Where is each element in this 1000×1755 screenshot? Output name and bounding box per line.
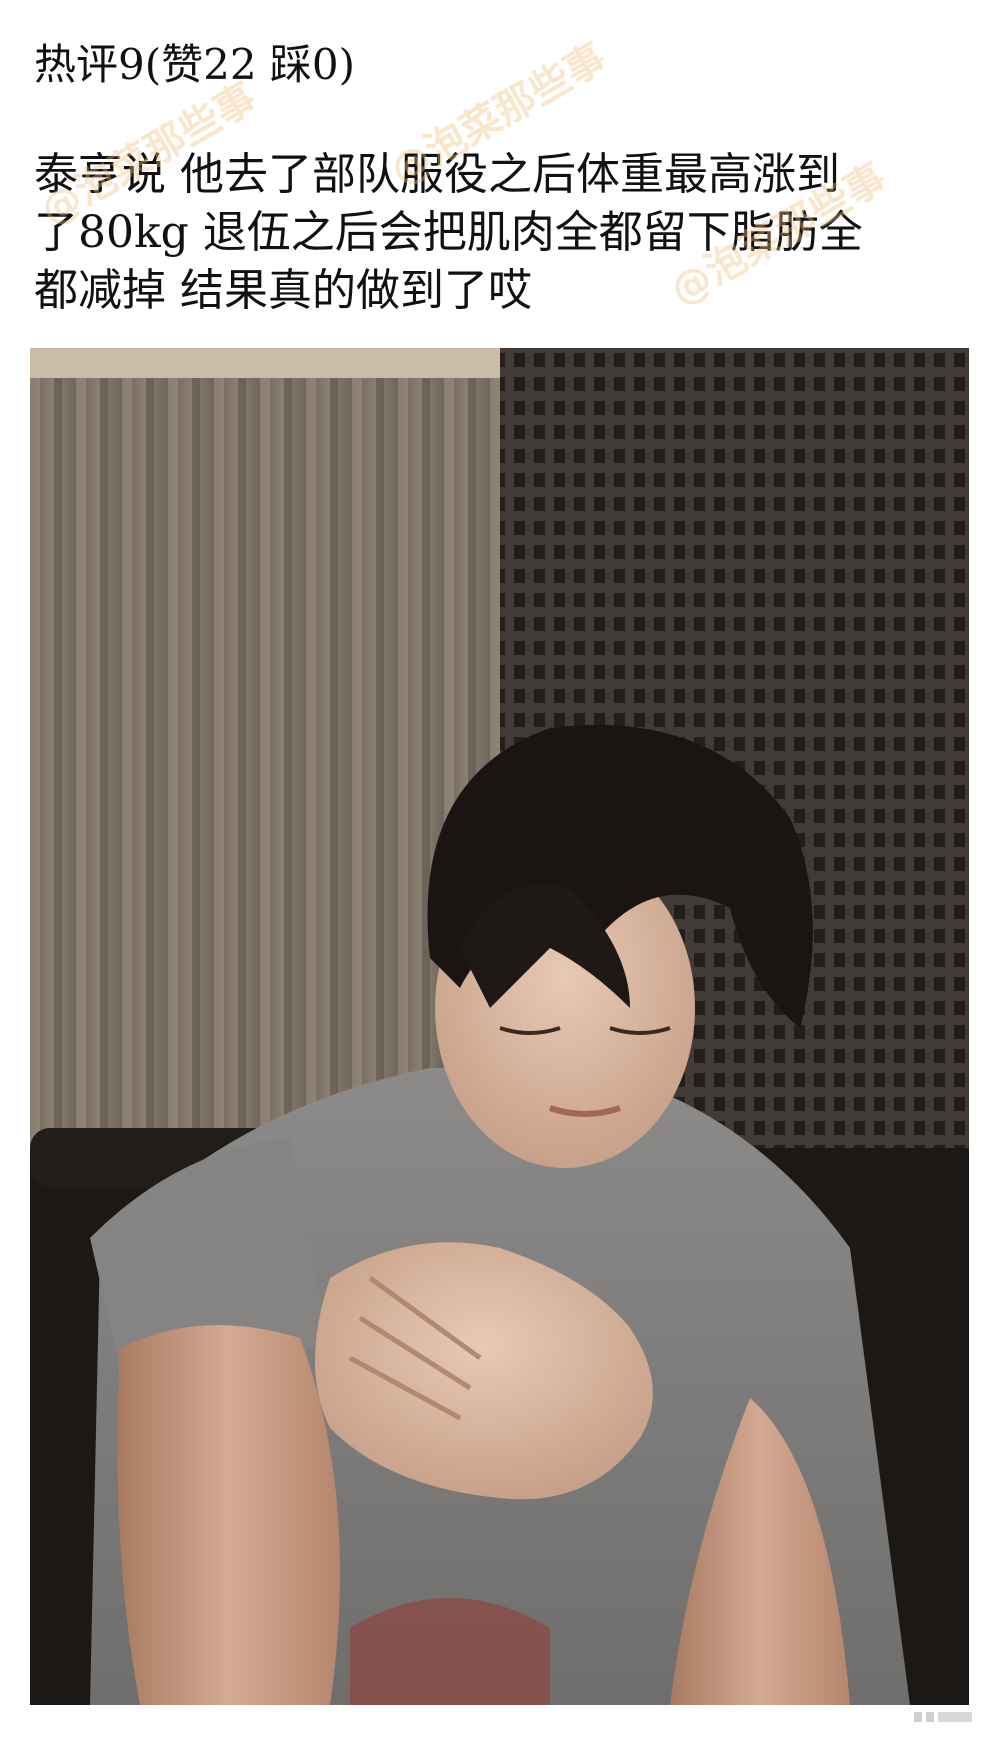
comment-line-2: 了80kg 退伍之后会把肌肉全都留下脂肪全 bbox=[34, 207, 863, 258]
footer-watermark bbox=[914, 1708, 974, 1729]
comment-line-1: 泰亨说 他去了部队服役之后体重最高涨到 bbox=[34, 149, 840, 200]
photo-illustration bbox=[30, 348, 969, 1705]
footer-watermark-mark bbox=[914, 1712, 972, 1722]
comment-header: 热评9(赞22 踩0) bbox=[34, 40, 356, 89]
photo bbox=[30, 348, 969, 1705]
comment-body: 泰亨说 他去了部队服役之后体重最高涨到 了80kg 退伍之后会把肌肉全都留下脂肪… bbox=[34, 146, 964, 320]
comment-line-3: 都减掉 结果真的做到了哎 bbox=[34, 265, 532, 316]
